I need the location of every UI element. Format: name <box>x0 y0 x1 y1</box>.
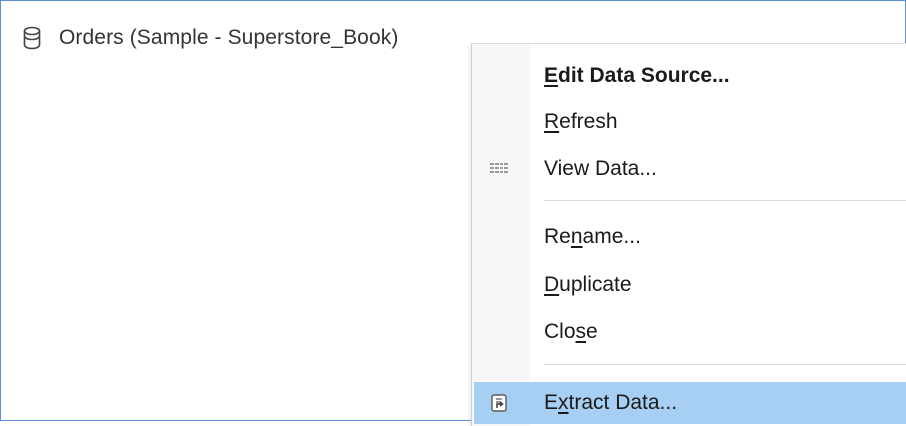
datasource-name: Orders (Sample - Superstore_Book) <box>59 26 399 49</box>
menu-item-label: Refresh <box>544 110 618 133</box>
menu-separator <box>544 200 906 201</box>
datasource-item[interactable]: Orders (Sample - Superstore_Book) <box>23 23 398 53</box>
extract-icon <box>488 392 510 414</box>
menu-separator <box>544 364 906 365</box>
window-frame: Orders (Sample - Superstore_Book) Edit D… <box>0 0 906 426</box>
menu-item-duplicate[interactable]: Duplicate <box>474 264 906 306</box>
grid-icon <box>488 158 510 180</box>
context-menu: Edit Data Source... Refresh View Data...… <box>471 43 906 426</box>
menu-item-rename[interactable]: Rename... <box>474 216 906 258</box>
menu-item-refresh[interactable]: Refresh <box>474 101 906 143</box>
menu-item-label: View Data... <box>544 157 657 180</box>
menu-item-label: Rename... <box>544 225 641 248</box>
database-icon <box>23 26 41 50</box>
menu-item-label: Close <box>544 320 598 343</box>
menu-item-view-data[interactable]: View Data... <box>474 148 906 190</box>
menu-item-label: Edit Data Source... <box>544 64 730 87</box>
menu-item-close[interactable]: Close <box>474 311 906 353</box>
menu-item-label: Extract Data... <box>544 391 678 414</box>
menu-item-label: Duplicate <box>544 273 632 296</box>
menu-item-extract-data[interactable]: Extract Data... <box>474 382 906 424</box>
menu-item-edit-data-source[interactable]: Edit Data Source... <box>474 55 906 97</box>
